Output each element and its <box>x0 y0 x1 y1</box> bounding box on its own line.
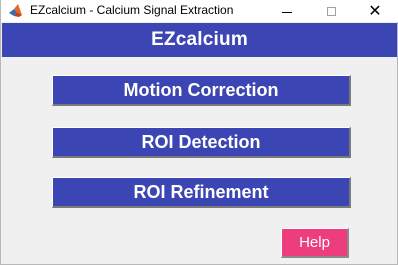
minimize-icon <box>282 11 292 13</box>
close-icon: ✕ <box>368 1 382 20</box>
close-button[interactable]: ✕ <box>353 0 397 22</box>
header-banner: EZcalcium <box>2 23 397 57</box>
maximize-icon <box>326 6 336 16</box>
maximize-button[interactable] <box>309 0 353 22</box>
roi-detection-button[interactable]: ROI Detection <box>52 127 351 158</box>
title-bar[interactable]: EZcalcium - Calcium Signal Extraction ✕ <box>1 0 398 22</box>
help-button[interactable]: Help <box>281 228 349 258</box>
roi-refinement-button[interactable]: ROI Refinement <box>52 177 351 208</box>
motion-correction-button[interactable]: Motion Correction <box>52 75 351 106</box>
minimize-button[interactable] <box>265 0 309 22</box>
matlab-icon <box>9 4 22 17</box>
app-window: EZcalcium - Calcium Signal Extraction ✕ … <box>0 0 398 265</box>
app-title: EZcalcium <box>151 29 248 50</box>
window-title: EZcalcium - Calcium Signal Extraction <box>30 3 234 17</box>
